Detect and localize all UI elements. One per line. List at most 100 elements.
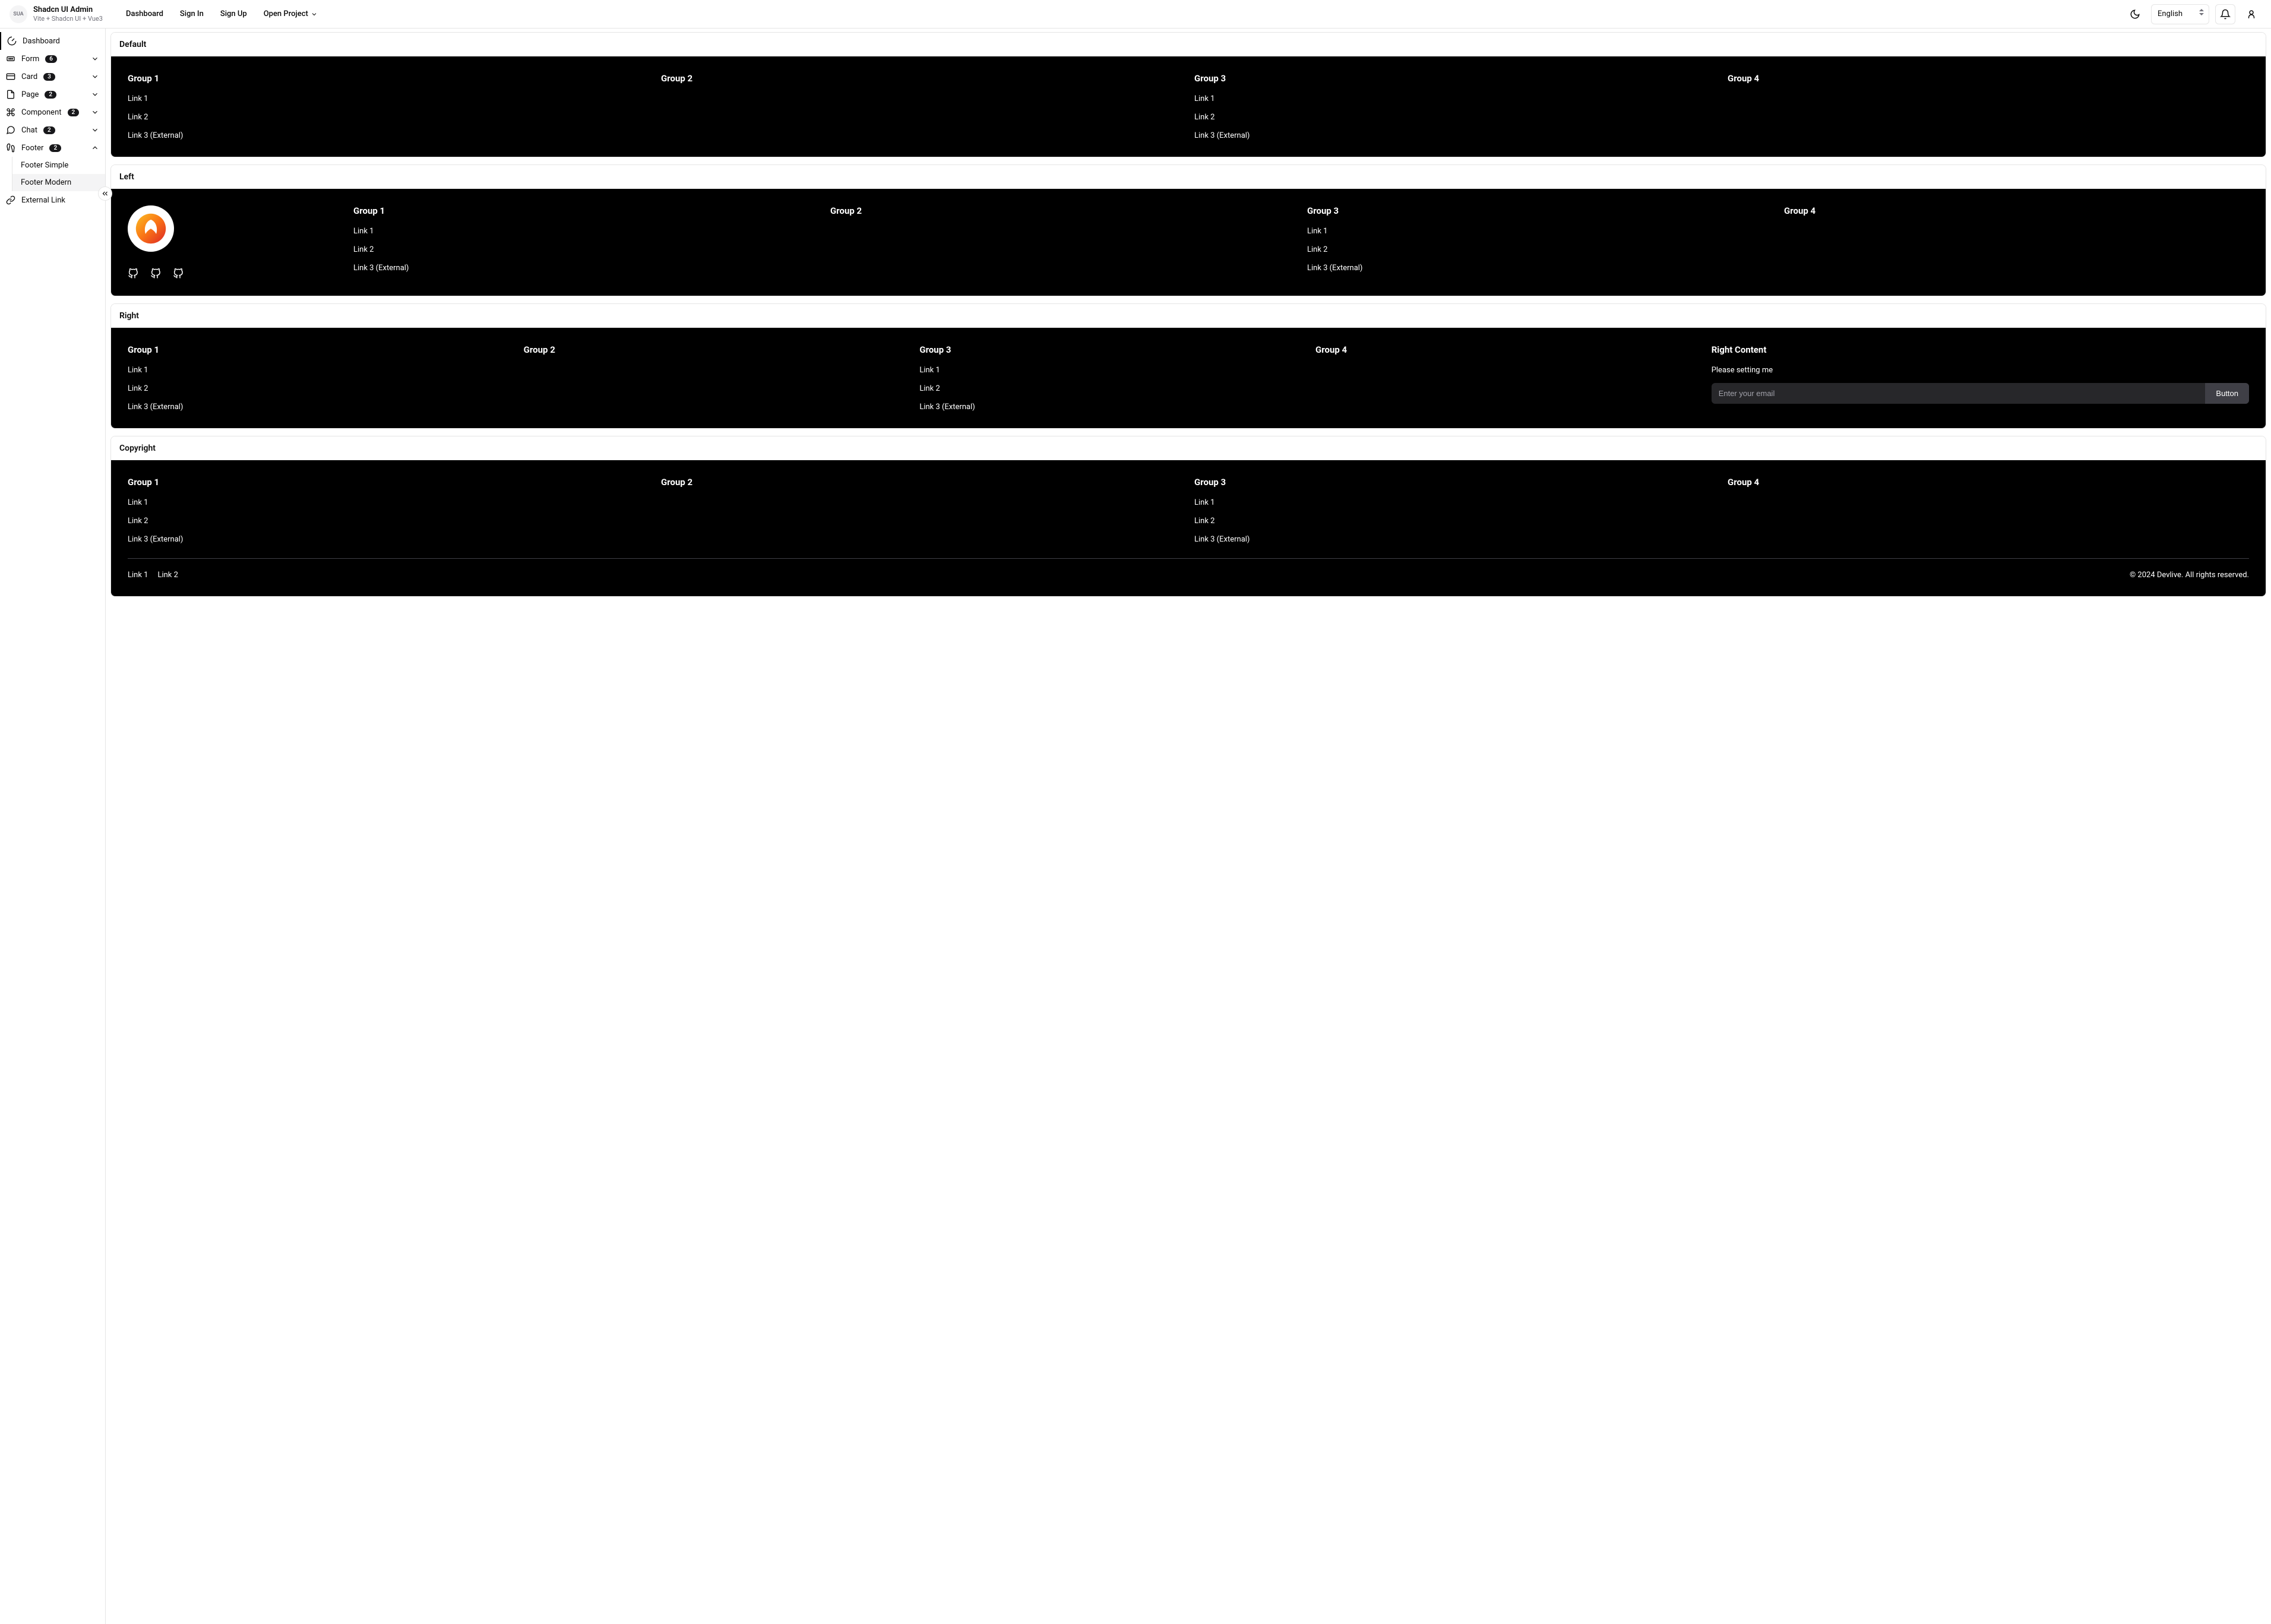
footer-right: Group 1 Link 1 Link 2 Link 3 (External) … xyxy=(111,328,2266,428)
footer-group: Group 2 xyxy=(661,477,1182,544)
footer-group: Group 4 xyxy=(1728,73,2249,140)
sidebar-item-card[interactable]: Card 3 xyxy=(0,68,105,86)
count-badge: 3 xyxy=(43,73,55,81)
notifications-button[interactable] xyxy=(2215,4,2235,24)
copyright-bar: Link 1 Link 2 © 2024 Devlive. All rights… xyxy=(128,558,2249,580)
footer-link[interactable]: Link 3 (External) xyxy=(1194,535,1716,544)
group-title: Group 4 xyxy=(1728,73,2249,84)
footer-groups: Group 1 Link 1 Link 2 Link 3 (External) … xyxy=(128,344,2249,411)
nav-signup[interactable]: Sign Up xyxy=(220,10,247,18)
sidebar-collapse-button[interactable] xyxy=(98,186,112,201)
footer-left: Group 1 Link 1 Link 2 Link 3 (External) … xyxy=(111,189,2266,296)
group-title: Group 4 xyxy=(1728,477,2249,487)
footer-link[interactable]: Link 1 xyxy=(128,94,649,103)
footer-link[interactable]: Link 1 xyxy=(128,571,148,580)
section-title: Right xyxy=(111,304,2266,328)
sidebar-item-dashboard[interactable]: Dashboard xyxy=(0,32,105,50)
github-icon[interactable] xyxy=(173,268,184,279)
sidebar-item-label: Card xyxy=(21,72,37,81)
footer-link[interactable]: Link 3 (External) xyxy=(1194,131,1716,140)
footer-link[interactable]: Link 3 (External) xyxy=(128,131,649,140)
footer-link[interactable]: Link 3 (External) xyxy=(128,535,649,544)
footer-group: Group 4 xyxy=(1728,477,2249,544)
sidebar-item-label: Page xyxy=(21,90,39,99)
user-menu[interactable] xyxy=(2241,4,2261,24)
topnav: Dashboard Sign In Sign Up Open Project xyxy=(126,10,318,18)
chevron-down-icon xyxy=(91,55,99,63)
sidebar-item-chat[interactable]: Chat 2 xyxy=(0,121,105,139)
footer-link[interactable]: Link 2 xyxy=(1194,113,1716,122)
footer-link[interactable]: Link 3 (External) xyxy=(353,264,818,273)
footer-group: Group 2 xyxy=(524,344,908,411)
count-badge: 6 xyxy=(45,55,57,63)
nav-dashboard[interactable]: Dashboard xyxy=(126,10,163,18)
footer-link[interactable]: Link 1 xyxy=(1194,94,1716,103)
sidebar-item-external[interactable]: External Link xyxy=(0,191,105,209)
sidebar-item-page[interactable]: Page 2 xyxy=(0,86,105,103)
subscribe-button[interactable]: Button xyxy=(2205,383,2249,404)
email-input[interactable] xyxy=(1712,383,2206,404)
github-icon[interactable] xyxy=(128,268,138,279)
theme-toggle[interactable] xyxy=(2125,4,2145,24)
brand-subtitle: Vite + Shadcn UI + Vue3 xyxy=(33,15,103,23)
footprints-icon xyxy=(6,143,15,153)
footer-link[interactable]: Link 2 xyxy=(919,384,1304,393)
section-title: Default xyxy=(111,33,2266,56)
gauge-icon xyxy=(7,36,17,46)
footer-groups: Group 1 Link 1 Link 2 Link 3 (External) … xyxy=(128,477,2249,544)
group-title: Group 4 xyxy=(1784,205,2249,216)
footer-link[interactable]: Link 1 xyxy=(128,498,649,507)
group-title: Group 4 xyxy=(1315,344,1700,355)
github-icon[interactable] xyxy=(150,268,161,279)
nav-signin[interactable]: Sign In xyxy=(180,10,204,18)
sidebar-item-label: Chat xyxy=(21,126,37,135)
card-icon xyxy=(6,72,15,81)
sidebar-item-component[interactable]: Component 2 xyxy=(0,103,105,121)
chevron-up-icon xyxy=(91,144,99,152)
language-select[interactable]: English xyxy=(2151,4,2209,24)
chevrons-left-icon xyxy=(101,189,109,198)
sidebar-item-footer[interactable]: Footer 2 xyxy=(0,139,105,157)
footer-link[interactable]: Link 2 xyxy=(353,245,818,254)
sidebar-item-label: Form xyxy=(21,55,39,64)
nav-open-project[interactable]: Open Project xyxy=(264,10,318,18)
chevron-down-icon xyxy=(91,72,99,81)
sidebar-subitem-footer-modern[interactable]: Footer Modern xyxy=(12,174,105,191)
command-icon xyxy=(6,107,15,117)
footer-link[interactable]: Link 3 (External) xyxy=(1307,264,1772,273)
footer-link[interactable]: Link 2 xyxy=(157,571,178,580)
footer-link[interactable]: Link 2 xyxy=(128,384,512,393)
section-title: Left xyxy=(111,165,2266,189)
footer-link[interactable]: Link 2 xyxy=(128,113,649,122)
footer-logo-column xyxy=(128,205,330,279)
chat-icon xyxy=(6,125,15,135)
group-title: Group 1 xyxy=(353,205,818,216)
section-right: Right Group 1 Link 1 Link 2 Link 3 (Exte… xyxy=(110,303,2266,429)
footer-group: Group 1 Link 1 Link 2 Link 3 (External) xyxy=(128,477,649,544)
group-title: Group 2 xyxy=(661,73,1182,84)
footer-link[interactable]: Link 3 (External) xyxy=(919,403,1304,411)
sidebar-subitem-footer-simple[interactable]: Footer Simple xyxy=(12,157,105,174)
footer-link[interactable]: Link 2 xyxy=(1307,245,1772,254)
chevron-down-icon xyxy=(91,108,99,116)
footer-link[interactable]: Link 1 xyxy=(1307,227,1772,236)
footer-link[interactable]: Link 2 xyxy=(128,517,649,525)
footer-link[interactable]: Link 1 xyxy=(1194,498,1716,507)
count-badge: 2 xyxy=(68,109,80,116)
footer-link[interactable]: Link 1 xyxy=(353,227,818,236)
fox-icon xyxy=(133,211,169,246)
footer-link[interactable]: Link 2 xyxy=(1194,517,1716,525)
footer-copyright: Group 1 Link 1 Link 2 Link 3 (External) … xyxy=(111,460,2266,596)
brand[interactable]: SUA Shadcn UI Admin Vite + Shadcn UI + V… xyxy=(10,5,106,23)
link-icon xyxy=(6,195,15,205)
header-right: English xyxy=(2125,4,2261,24)
footer-link[interactable]: Link 1 xyxy=(128,366,512,375)
sidebar-item-form[interactable]: Form 6 xyxy=(0,50,105,68)
header: SUA Shadcn UI Admin Vite + Shadcn UI + V… xyxy=(0,0,2271,29)
footer-link[interactable]: Link 3 (External) xyxy=(128,403,512,411)
footer-group: Group 1 Link 1 Link 2 Link 3 (External) xyxy=(128,73,649,140)
sidebar-item-label: Dashboard xyxy=(23,37,60,46)
footer-link[interactable]: Link 1 xyxy=(919,366,1304,375)
footer-default: Group 1 Link 1 Link 2 Link 3 (External) … xyxy=(111,56,2266,157)
section-copyright: Copyright Group 1 Link 1 Link 2 Link 3 (… xyxy=(110,436,2266,597)
